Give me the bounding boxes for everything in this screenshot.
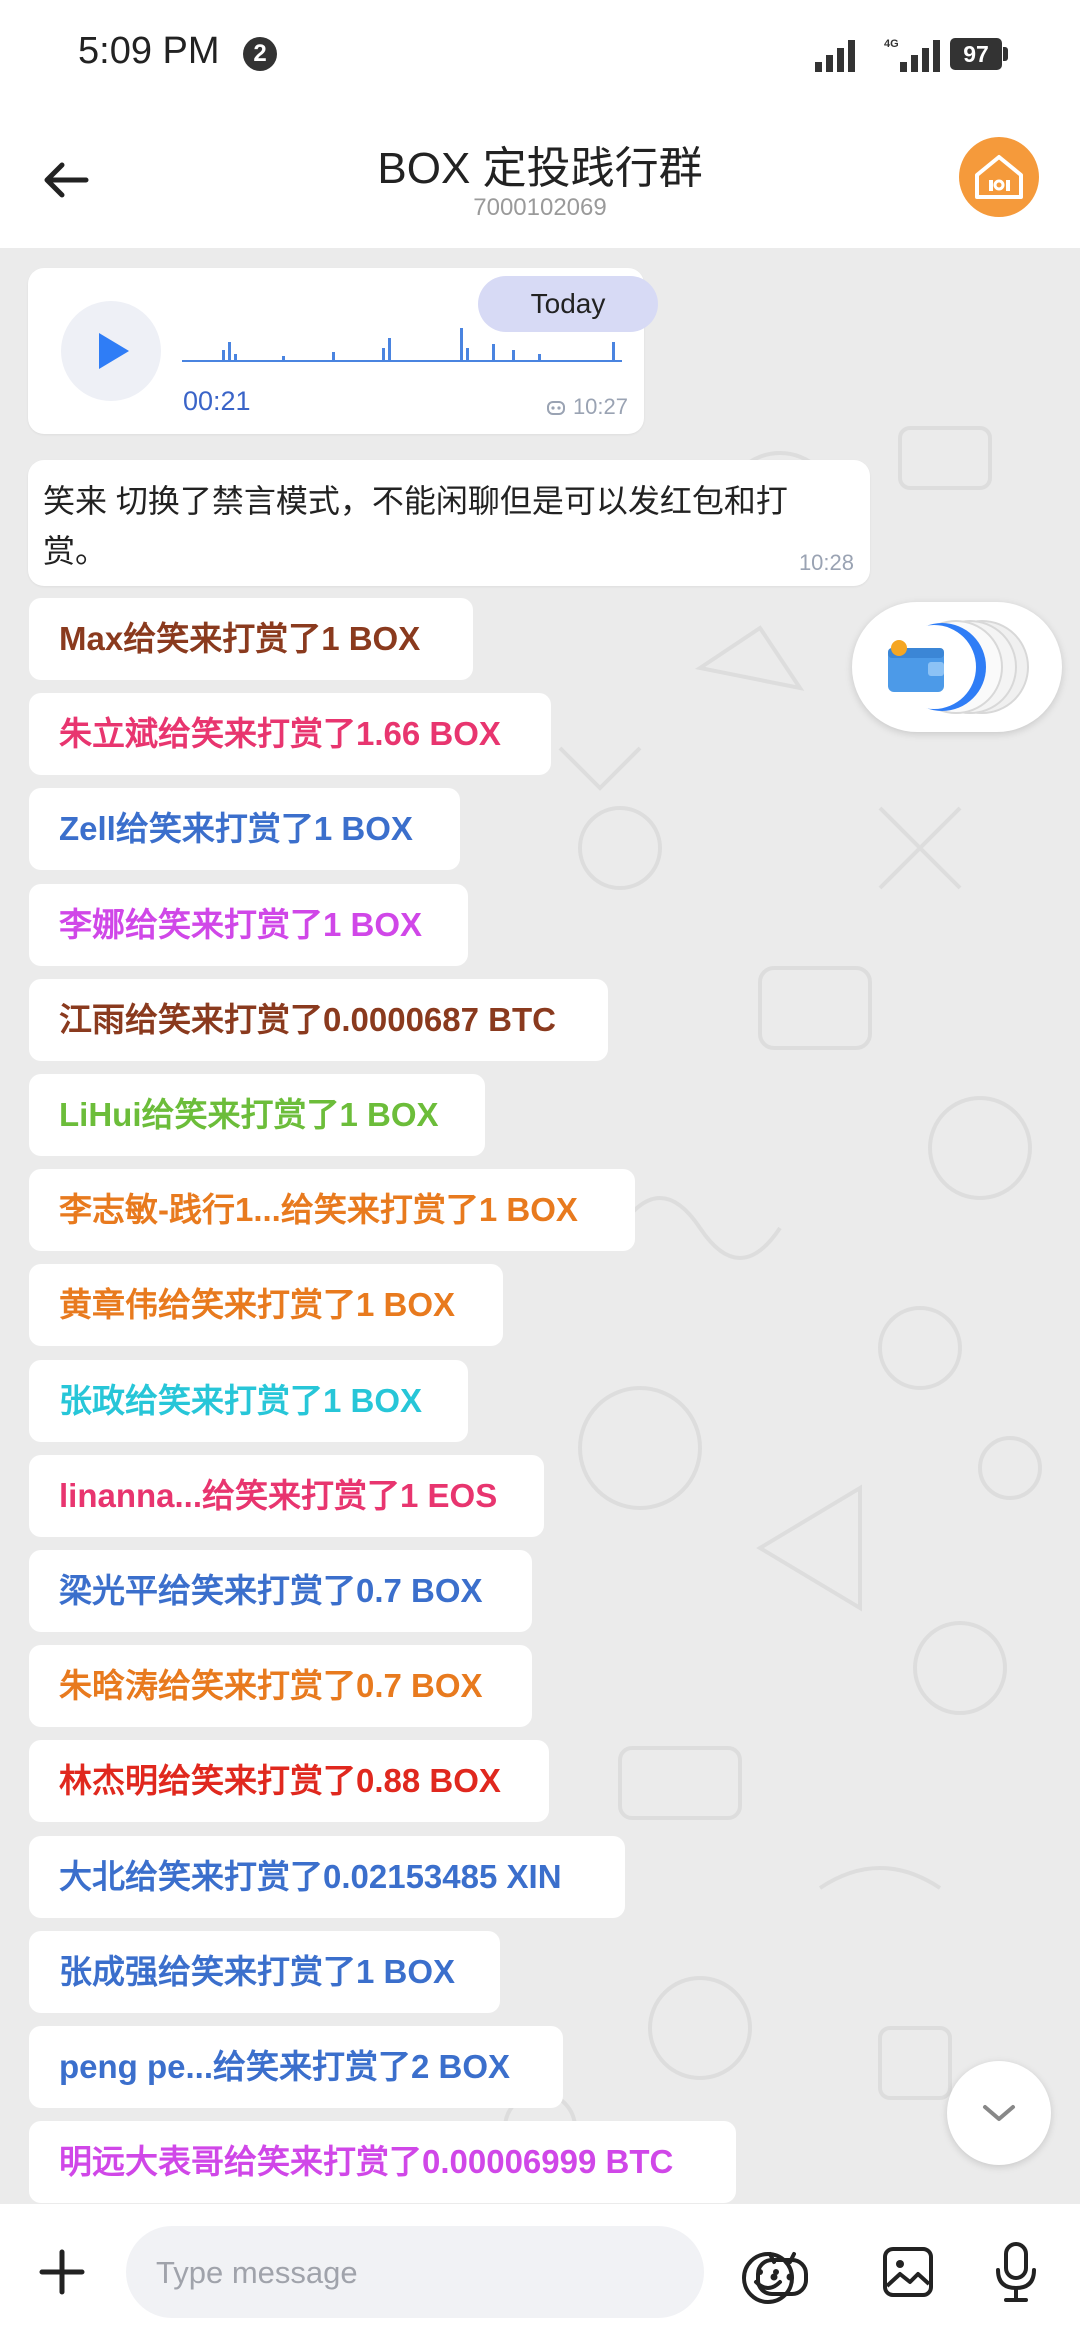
reward-message-text: linanna...给笑来打赏了1 EOS [59, 1476, 498, 1514]
reward-message-text: 张成强给笑来打赏了1 BOX [59, 1952, 456, 1990]
reward-message-bubble[interactable]: LiHui给笑来打赏了1 BOX [29, 1074, 485, 1156]
image-icon[interactable] [880, 2244, 936, 2300]
scroll-to-bottom-button[interactable] [947, 2061, 1051, 2165]
wallet-icon [888, 620, 1029, 714]
reward-message-bubble[interactable]: Max给笑来打赏了1 BOX [29, 598, 473, 680]
signal-icon [815, 40, 855, 72]
reward-message-text: 梁光平给笑来打赏了0.7 BOX [59, 1572, 483, 1609]
reward-message-bubble[interactable]: 明远大表哥给笑来打赏了0.00006999 BTC [29, 2121, 736, 2204]
reward-message-text: 张政给笑来打赏了1 BOX [59, 1381, 423, 1419]
reward-message-bubble[interactable]: 李志敏-践行1...给笑来打赏了1 BOX [29, 1169, 635, 1252]
reward-message-text: 林杰明给笑来打赏了0.88 BOX [59, 1762, 501, 1800]
svg-text:4G: 4G [884, 38, 899, 50]
reward-message-bubble[interactable]: 朱立斌给笑来打赏了1.66 BOX [29, 693, 551, 776]
voice-waveform [182, 328, 622, 362]
reward-message-text: Max给笑来打赏了1 BOX [59, 620, 421, 657]
reward-message-bubble[interactable]: 李娜给笑来打赏了1 BOX [29, 883, 468, 966]
reward-message-bubble[interactable]: 张成强给笑来打赏了1 BOX [29, 1930, 500, 2013]
reward-message-text: 李娜给笑来打赏了1 BOX [59, 905, 423, 943]
date-divider-today: Today [478, 276, 658, 332]
reward-message-bubble[interactable]: 朱晗涛给笑来打赏了0.7 BOX [29, 1645, 532, 1728]
message-input-container [126, 2226, 794, 2320]
status-time: 5:09 PM [78, 30, 220, 72]
reward-message-text: 黄章伟给笑来打赏了1 BOX [59, 1286, 456, 1324]
status-bar: 5:09 PM 2 4G 97 [0, 0, 1080, 110]
play-button[interactable] [61, 301, 161, 401]
reward-message-text: 大北给笑来打赏了0.02153485 XIN [59, 1857, 562, 1895]
reward-message-text: 朱晗涛给笑来打赏了0.7 BOX [59, 1667, 483, 1705]
reward-message-bubble[interactable]: 江雨给笑来打赏了0.0000687 BTC [29, 978, 608, 1061]
voice-duration: 00:21 [183, 386, 251, 416]
reward-message-bubble[interactable]: Zell给笑来打赏了1 BOX [29, 788, 460, 871]
reward-message-bubble[interactable]: 黄章伟给笑来打赏了1 BOX [29, 1264, 503, 1347]
signal-4g-icon: 4G [884, 38, 940, 72]
floating-wallet-button[interactable] [852, 602, 1062, 732]
reward-message-bubble[interactable]: linanna...给笑来打赏了1 EOS [29, 1454, 544, 1537]
reward-message-bubble[interactable]: 张政给笑来打赏了1 BOX [29, 1359, 468, 1442]
reward-message-bubble[interactable]: 大北给笑来打赏了0.02153485 XIN [29, 1835, 625, 1918]
system-message-time: 10:28 [798, 550, 854, 575]
battery-indicator: 97 [950, 38, 1008, 70]
notification-badge: 2 [243, 37, 277, 71]
reward-message-text: 朱立斌给笑来打赏了1.66 BOX [59, 715, 501, 753]
reward-message-text: 明远大表哥给笑来打赏了0.00006999 BTC [59, 2143, 674, 2181]
reward-message-text: 李志敏-践行1...给笑来打赏了1 BOX [59, 1191, 578, 1229]
chevron-down-icon [983, 2105, 1015, 2121]
voice-message-bubble[interactable]: 00:21 10:27 Today [28, 268, 658, 434]
reward-message-text: LiHui给笑来打赏了1 BOX [59, 1096, 439, 1133]
reward-message-bubble[interactable]: peng pe...给笑来打赏了2 BOX [29, 2026, 563, 2108]
system-message-text: 笑来 切换了禁言模式，不能闲聊但是可以发红包和打赏。 [43, 483, 788, 569]
chat-area[interactable]: 00:21 10:27 Today 笑来 切换了禁言模式，不能闲聊但是可以发红包… [0, 248, 1080, 2204]
reward-message-bubble[interactable]: 梁光平给笑来打赏了0.7 BOX [29, 1550, 532, 1632]
reward-message-bubble[interactable]: 林杰明给笑来打赏了0.88 BOX [29, 1740, 549, 1823]
chat-title: BOX 定投践行群 [377, 144, 703, 193]
bot-icon [546, 401, 565, 415]
reward-message-text: 江雨给笑来打赏了0.0000687 BTC [59, 1000, 556, 1038]
bot-icon[interactable] [752, 2244, 812, 2300]
group-avatar[interactable] [959, 137, 1039, 217]
message-input[interactable] [154, 2226, 598, 2320]
chat-id: 7000102069 [473, 194, 607, 221]
home-icon [975, 155, 1023, 199]
input-bar [0, 2204, 1080, 2340]
reward-message-text: peng pe...给笑来打赏了2 BOX [59, 2048, 511, 2085]
microphone-icon[interactable] [992, 2240, 1040, 2304]
play-icon [99, 333, 129, 369]
reward-message-text: Zell给笑来打赏了1 BOX [59, 810, 413, 848]
voice-message-time: 10:27 [545, 394, 628, 420]
system-message-bubble[interactable]: 笑来 切换了禁言模式，不能闲聊但是可以发红包和打赏。 10:28 [28, 460, 870, 586]
chat-header: BOX 定投践行群 7000102069 [0, 110, 1080, 248]
plus-icon[interactable] [34, 2244, 90, 2300]
